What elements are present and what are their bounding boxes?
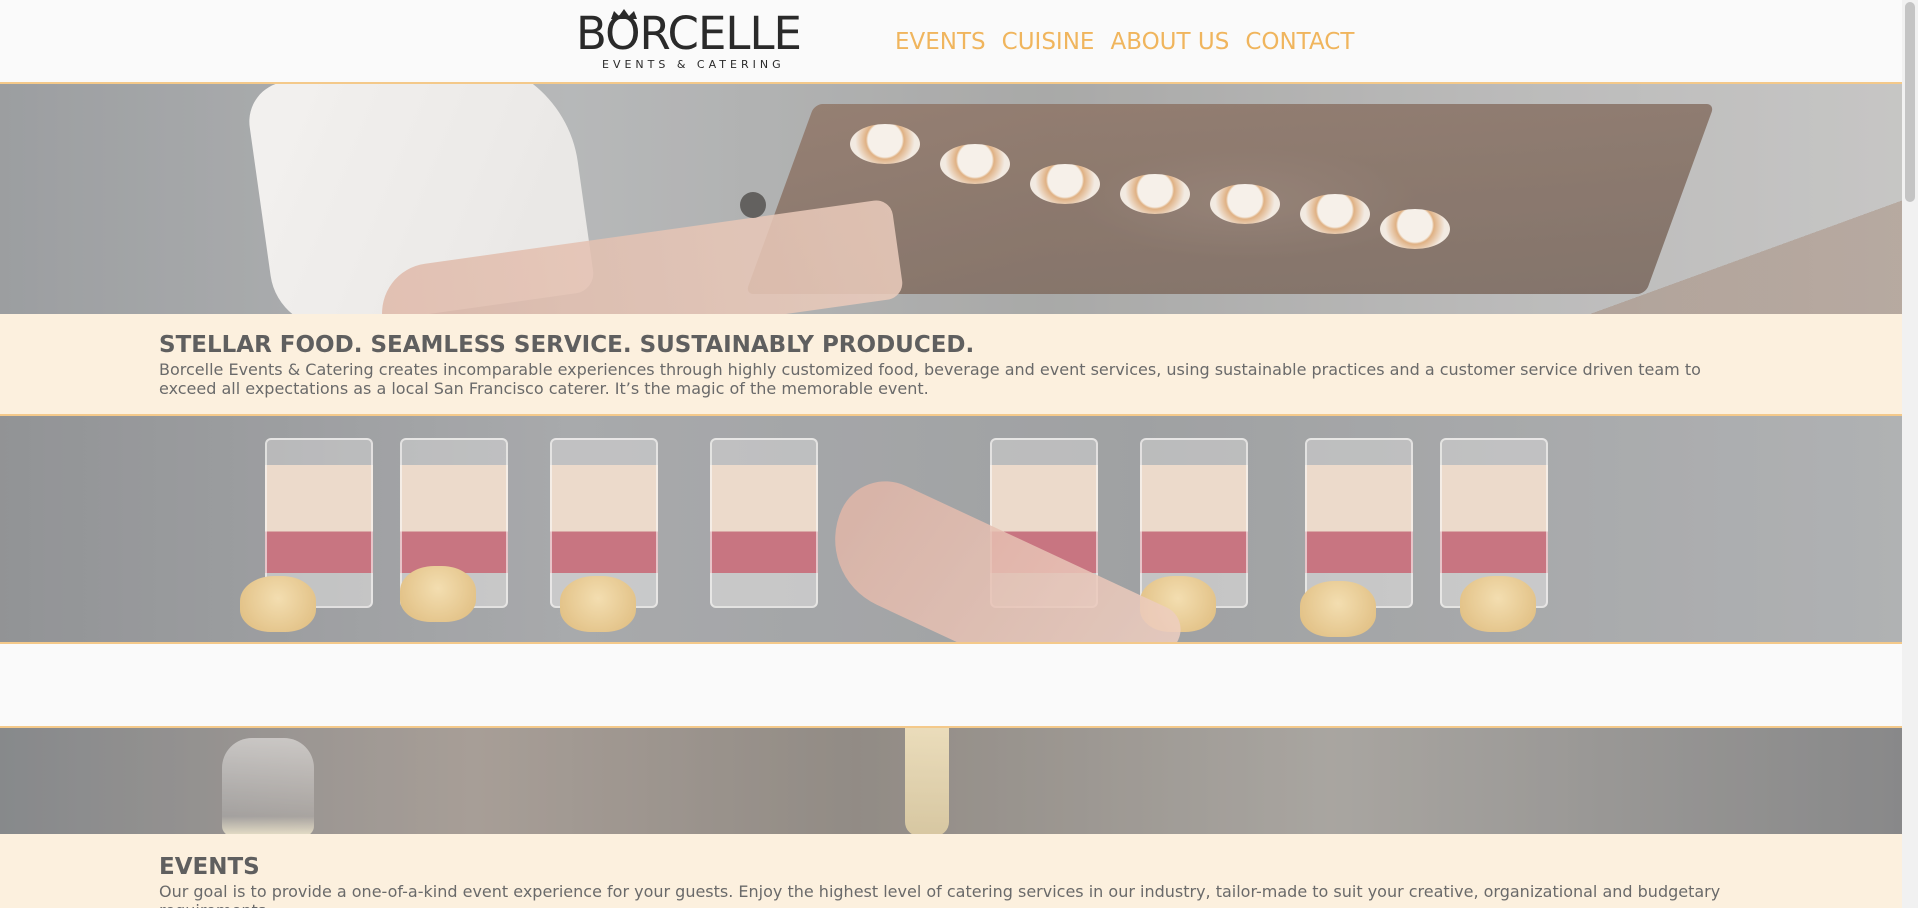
spacer xyxy=(0,644,1902,726)
appetizer-image xyxy=(0,414,1902,644)
page-scrollbar[interactable] xyxy=(1902,0,1918,908)
main-nav: EVENTS CUISINE ABOUT US CONTACT xyxy=(895,26,1354,58)
brand-name: BORCELLE xyxy=(576,7,802,60)
nav-contact[interactable]: CONTACT xyxy=(1245,26,1354,58)
intro-headline: STELLAR FOOD. SEAMLESS SERVICE. SUSTAINA… xyxy=(159,332,975,358)
events-body: Our goal is to provide a one-of-a-kind e… xyxy=(159,882,1721,908)
intro-body: Borcelle Events & Catering creates incom… xyxy=(159,360,1701,398)
page: BORCELLE EVENTS & CATERING EVENTS CUISIN… xyxy=(0,0,1902,908)
image-overlay xyxy=(0,416,1902,642)
events-section: EVENTS Our goal is to provide a one-of-a… xyxy=(0,834,1902,908)
image-overlay xyxy=(0,84,1902,314)
scrollbar-thumb[interactable] xyxy=(1905,2,1915,202)
image-overlay xyxy=(0,728,1902,834)
events-image-toast xyxy=(0,726,1902,834)
nav-events[interactable]: EVENTS xyxy=(895,26,986,58)
nav-cuisine[interactable]: CUISINE xyxy=(1002,26,1095,58)
site-header: BORCELLE EVENTS & CATERING EVENTS CUISIN… xyxy=(0,0,1902,84)
hero-image-waiter-tray xyxy=(0,84,1902,314)
brand-logo[interactable]: BORCELLE EVENTS & CATERING xyxy=(576,7,802,72)
intro-section: STELLAR FOOD. SEAMLESS SERVICE. SUSTAINA… xyxy=(0,314,1902,414)
events-headline: EVENTS xyxy=(159,854,260,880)
nav-about-us[interactable]: ABOUT US xyxy=(1110,26,1229,58)
brand-tagline: EVENTS & CATERING xyxy=(602,58,785,71)
